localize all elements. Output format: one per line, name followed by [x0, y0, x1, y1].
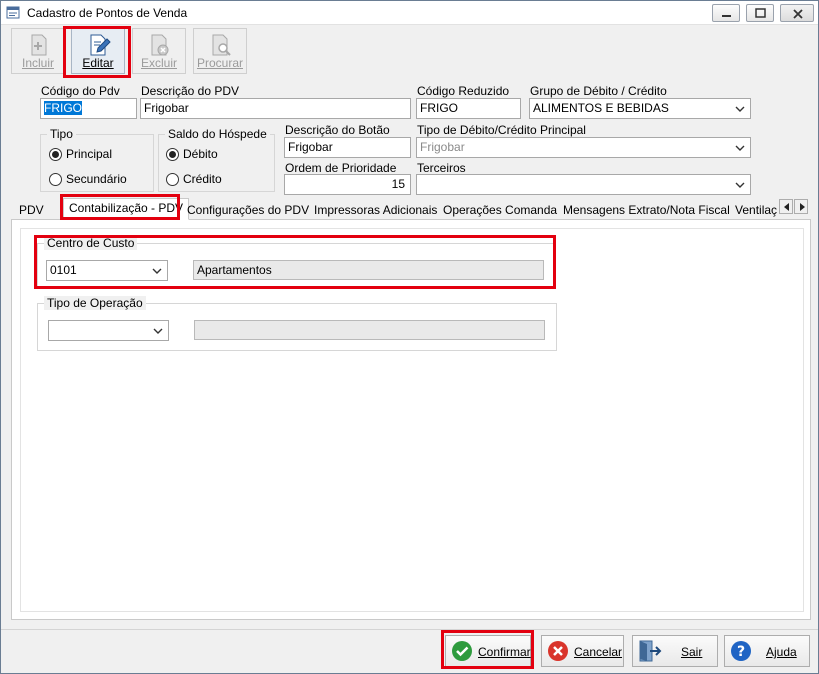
tab-scroll-right-button[interactable]	[794, 199, 808, 214]
editar-button[interactable]: Editar	[71, 28, 125, 74]
cancel-circle-icon	[548, 641, 568, 661]
sair-label: Sair	[681, 645, 703, 659]
cancelar-label: Cancelar	[574, 645, 623, 659]
close-icon	[793, 9, 803, 19]
tab-configuracoes-pdv[interactable]: Configurações do PDV	[181, 200, 315, 219]
codigo-reduzido-label: Código Reduzido	[417, 84, 510, 98]
saldo-credito-label: Crédito	[183, 172, 222, 186]
descricao-botao-input[interactable]: Frigobar	[284, 137, 411, 158]
centro-custo-code-value: 0101	[50, 263, 77, 277]
ordem-prioridade-label: Ordem de Prioridade	[285, 161, 397, 175]
tipo-operacao-label: Tipo de Operação	[44, 296, 146, 310]
arrow-left-icon	[784, 203, 789, 211]
tab-contabilizacao-pdv[interactable]: Contabilização - PDV	[63, 198, 190, 220]
window-title: Cadastro de Pontos de Venda	[27, 6, 188, 20]
excluir-label: Excluir	[140, 56, 177, 70]
descricao-botao-label: Descrição do Botão	[285, 123, 390, 137]
ordem-prioridade-input[interactable]: 15	[284, 174, 411, 195]
centro-custo-label: Centro de Custo	[44, 236, 138, 250]
main-window: Cadastro de Pontos de Venda Incluir Edit…	[0, 0, 819, 674]
chevron-down-icon	[152, 268, 162, 274]
tipo-secundario-label: Secundário	[66, 172, 127, 186]
tipo-debito-credito-principal-value: Frigobar	[420, 140, 465, 154]
close-button[interactable]	[780, 4, 814, 22]
descricao-pdv-input[interactable]: Frigobar	[140, 98, 411, 119]
ajuda-button[interactable]: ? Ajuda	[724, 635, 810, 667]
confirmar-label: Confirmar	[478, 645, 531, 659]
delete-document-icon	[151, 34, 169, 56]
tipo-debito-credito-principal-select[interactable]: Frigobar	[416, 137, 751, 158]
ajuda-label: Ajuda	[766, 645, 797, 659]
terceiros-select[interactable]	[416, 174, 751, 195]
saldo-debito-label: Débito	[183, 147, 218, 161]
radio-unchecked-icon	[49, 173, 62, 186]
title-bar: Cadastro de Pontos de Venda	[1, 1, 818, 25]
help-circle-icon: ?	[731, 641, 751, 661]
tipo-label: Tipo	[47, 127, 76, 141]
tipo-debito-credito-principal-label: Tipo de Débito/Crédito Principal	[417, 123, 586, 137]
tab-scroll-left-button[interactable]	[779, 199, 793, 214]
footer-bar: Confirmar Cancelar Sair ? Ajuda	[1, 629, 818, 673]
tab-impressoras-adicionais[interactable]: Impressoras Adicionais	[308, 200, 443, 219]
chevron-down-icon	[735, 145, 745, 151]
tab-strip: PDV Contabilização - PDV Configurações d…	[11, 198, 811, 220]
restore-icon	[755, 8, 766, 18]
svg-text:?: ?	[737, 644, 745, 660]
radio-checked-icon	[49, 148, 62, 161]
radio-checked-icon	[166, 148, 179, 161]
saldo-hospede-group: Saldo do Hóspede Débito Crédito	[158, 127, 275, 192]
codigo-pdv-label: Código do Pdv	[41, 84, 120, 98]
tab-ventilacao[interactable]: Ventilaç	[729, 200, 779, 219]
incluir-button[interactable]: Incluir	[11, 28, 65, 74]
tab-mensagens-extrato[interactable]: Mensagens Extrato/Nota Fiscal	[557, 200, 736, 219]
maximize-button[interactable]	[746, 4, 774, 22]
tipo-operacao-description	[194, 320, 545, 340]
sair-button[interactable]: Sair	[632, 635, 718, 667]
tipo-group: Tipo Principal Secundário	[40, 127, 154, 192]
chevron-down-icon	[735, 106, 745, 112]
codigo-pdv-value: FRIGO	[44, 101, 82, 115]
tipo-operacao-code-select[interactable]	[48, 320, 169, 341]
minimize-icon	[722, 15, 731, 17]
new-document-icon	[31, 34, 47, 56]
confirmar-button[interactable]: Confirmar	[445, 635, 531, 667]
exit-door-icon	[639, 640, 662, 662]
chevron-down-icon	[153, 328, 163, 334]
minimize-button[interactable]	[712, 4, 740, 22]
tipo-principal-label: Principal	[66, 147, 113, 161]
descricao-pdv-label: Descrição do PDV	[141, 84, 240, 98]
toolbar: Incluir Editar Excluir Procurar	[7, 27, 252, 75]
procurar-button[interactable]: Procurar	[193, 28, 247, 74]
codigo-reduzido-input[interactable]: FRIGO	[416, 98, 521, 119]
saldo-hospede-label: Saldo do Hóspede	[165, 127, 270, 141]
grupo-debito-credito-label: Grupo de Débito / Crédito	[530, 84, 667, 98]
terceiros-label: Terceiros	[417, 161, 466, 175]
procurar-label: Procurar	[196, 56, 243, 70]
arrow-right-icon	[800, 203, 805, 211]
cancelar-button[interactable]: Cancelar	[541, 635, 624, 667]
tab-operacoes-comanda[interactable]: Operações Comanda	[437, 200, 563, 219]
excluir-button[interactable]: Excluir	[132, 28, 186, 74]
tab-pdv[interactable]: PDV	[13, 200, 50, 219]
radio-unchecked-icon	[166, 173, 179, 186]
grupo-debito-credito-value: ALIMENTOS E BEBIDAS	[533, 101, 669, 115]
edit-document-icon	[90, 34, 111, 56]
app-form-icon	[6, 6, 20, 19]
codigo-pdv-input[interactable]: FRIGO	[40, 98, 137, 119]
search-document-icon	[212, 34, 231, 56]
editar-label: Editar	[82, 56, 114, 70]
incluir-label: Incluir	[21, 56, 54, 70]
centro-custo-description: Apartamentos	[193, 260, 544, 280]
check-circle-icon	[452, 641, 472, 661]
chevron-down-icon	[735, 182, 745, 188]
grupo-debito-credito-select[interactable]: ALIMENTOS E BEBIDAS	[529, 98, 751, 119]
centro-custo-code-select[interactable]: 0101	[46, 260, 168, 281]
